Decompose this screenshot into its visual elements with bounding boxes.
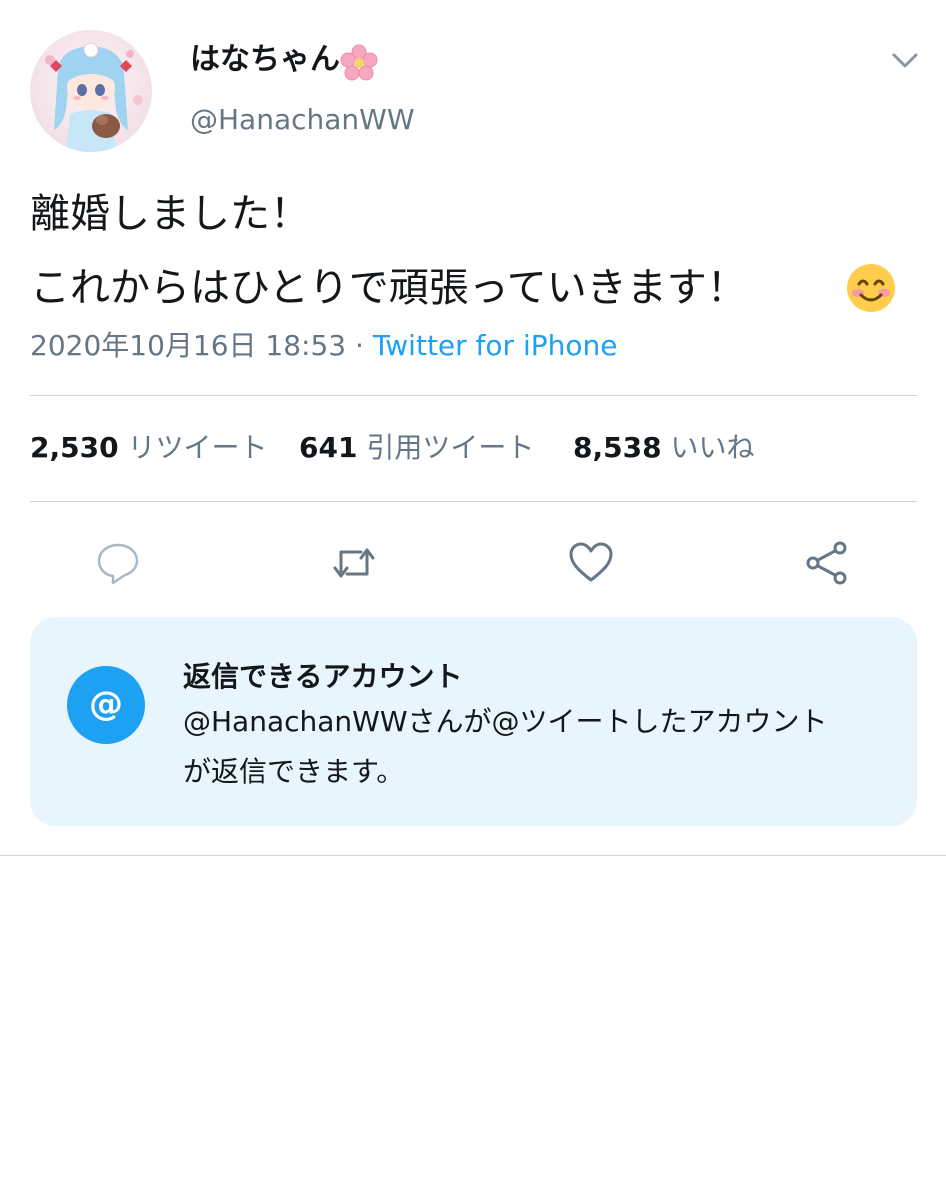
reply-restriction-description: @HanachanWWさんが@ツイートしたアカウント (183, 705, 828, 738)
smiling-face-icon (847, 264, 895, 312)
chevron-down-icon[interactable] (890, 48, 920, 72)
tweet-text-line1: 離婚しました！ (30, 191, 310, 237)
likes-label: いいね (670, 431, 755, 464)
share-icon (806, 541, 847, 585)
divider (30, 501, 917, 502)
likes-stat[interactable]: 8,538 いいね (573, 428, 755, 468)
retweet-icon (333, 548, 375, 578)
reply-restriction-description-cont: が返信できます。 (183, 755, 405, 788)
quotes-stat[interactable]: 641 引用ツイート (299, 428, 534, 468)
tweet-text-line2: これからはひとりで頑張っていきます！ (30, 265, 747, 311)
divider (0, 855, 946, 856)
retweets-label: リツイート (127, 431, 268, 464)
avatar[interactable] (30, 30, 152, 152)
retweets-stat[interactable]: 2,530 リツイート (30, 428, 268, 468)
reply-icon (97, 543, 139, 585)
reply-restriction-title: 返信できるアカウント (183, 660, 463, 693)
likes-count: 8,538 (573, 431, 662, 464)
divider (30, 395, 917, 396)
tweet-source-link[interactable]: Twitter for iPhone (373, 329, 618, 362)
heart-icon (569, 542, 613, 582)
quotes-label: 引用ツイート (366, 431, 535, 464)
cherry-blossom-icon (340, 44, 378, 81)
like-button[interactable] (568, 540, 614, 586)
user-handle[interactable]: @HanachanWW (190, 100, 415, 140)
retweets-count: 2,530 (30, 431, 119, 464)
tweet-timestamp[interactable]: 2020年10月16日 18:53 (30, 329, 346, 362)
reply-button[interactable] (95, 540, 141, 586)
avatar-illustration (45, 42, 143, 152)
retweet-button[interactable] (331, 540, 377, 586)
share-button[interactable] (804, 540, 850, 586)
reply-restriction-card: @ 返信できるアカウント @HanachanWWさんが@ツイートしたアカウント … (30, 617, 917, 826)
tweet-meta: 2020年10月16日 18:53 · Twitter for iPhone (30, 326, 617, 366)
display-name[interactable]: はなちゃん (190, 40, 340, 80)
quotes-count: 641 (299, 431, 358, 464)
meta-separator: · (346, 329, 373, 362)
mention-icon: @ (67, 666, 145, 744)
